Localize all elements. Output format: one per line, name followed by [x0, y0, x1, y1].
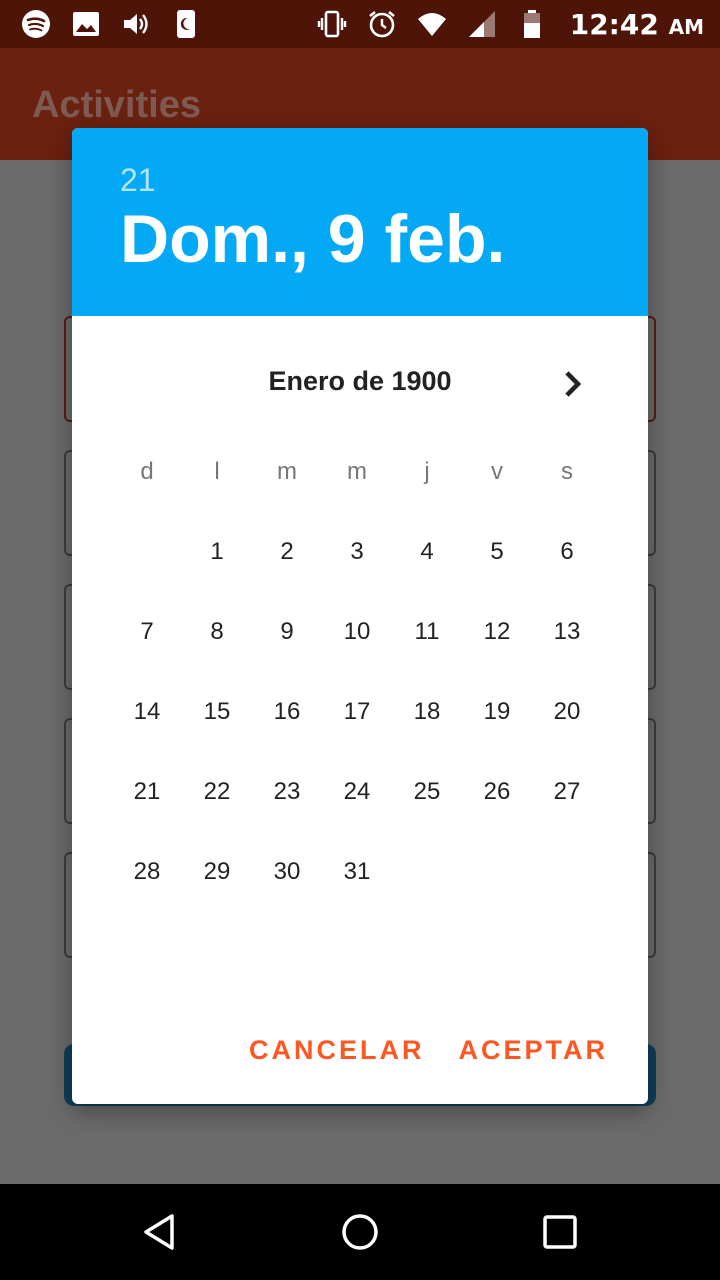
calendar-day[interactable]: 4	[392, 512, 462, 592]
calendar-day[interactable]: 10	[322, 592, 392, 672]
calendar-day[interactable]: 15	[182, 672, 252, 752]
app-title: Activities	[32, 84, 201, 126]
calendar-day[interactable]: 2	[252, 512, 322, 592]
cancel-button[interactable]: CANCELAR	[249, 1035, 425, 1066]
weekday-label: m	[277, 458, 297, 485]
calendar-day[interactable]: 28	[112, 832, 182, 912]
calendar-day[interactable]: 11	[392, 592, 462, 672]
calendar-day[interactable]: 19	[462, 672, 532, 752]
date-picker-dialog: 21 Dom., 9 feb. Enero de 1900 dlmmjvs 12…	[72, 128, 648, 1104]
status-right-icons: 12:42 AM	[316, 8, 704, 41]
calendar-day[interactable]: 17	[322, 672, 392, 752]
vibrate-icon	[316, 8, 348, 40]
weekday-header: dlmmjvs	[112, 458, 602, 486]
calendar-day[interactable]: 8	[182, 592, 252, 672]
calendar-day[interactable]: 26	[462, 752, 532, 832]
back-button[interactable]	[130, 1202, 190, 1262]
status-bar: 12:42 AM	[0, 0, 720, 48]
calendar-day[interactable]: 3	[322, 512, 392, 592]
weekday-label: m	[347, 458, 367, 485]
recents-icon	[543, 1215, 577, 1249]
status-time-value: 12:42	[569, 7, 659, 41]
sim-night-icon	[170, 8, 202, 40]
next-month-button[interactable]	[550, 362, 594, 406]
recents-button[interactable]	[530, 1202, 590, 1262]
calendar-day[interactable]: 1	[182, 512, 252, 592]
status-left-icons	[20, 8, 202, 40]
calendar-blank-cell	[112, 512, 182, 592]
calendar-day[interactable]: 31	[322, 832, 392, 912]
calendar-day[interactable]: 13	[532, 592, 602, 672]
status-time: 12:42 AM	[570, 8, 704, 41]
calendar-day[interactable]: 22	[182, 752, 252, 832]
calendar-day[interactable]: 23	[252, 752, 322, 832]
screen: 12:42 AM Activities 21 Dom., 9 feb. Ener…	[0, 0, 720, 1280]
image-icon	[70, 8, 102, 40]
weekday-label: j	[424, 458, 430, 485]
header-year[interactable]: 21	[120, 162, 156, 199]
spotify-icon	[20, 8, 52, 40]
volume-icon	[120, 8, 152, 40]
calendar-day[interactable]: 5	[462, 512, 532, 592]
navigation-bar	[0, 1184, 720, 1280]
weekday-label: s	[561, 458, 573, 485]
calendar-days-grid: 1 2 3 4 5 6 7 8 9 10 11 12 13 14 15 16 17 18 19 20 21 22 23 24 2…	[112, 512, 602, 912]
header-selected-date[interactable]: Dom., 9 feb.	[120, 200, 505, 278]
calendar-day[interactable]: 7	[112, 592, 182, 672]
back-icon	[144, 1214, 174, 1250]
calendar-day[interactable]: 27	[532, 752, 602, 832]
chevron-right-icon	[565, 371, 582, 397]
calendar-day[interactable]: 12	[462, 592, 532, 672]
weekday-label: d	[140, 458, 154, 485]
calendar-day[interactable]: 14	[112, 672, 182, 752]
home-icon	[342, 1214, 378, 1250]
home-button[interactable]	[330, 1202, 390, 1262]
calendar-day[interactable]: 18	[392, 672, 462, 752]
calendar-day[interactable]: 30	[252, 832, 322, 912]
calendar-day[interactable]: 29	[182, 832, 252, 912]
weekday-label: v	[491, 458, 503, 485]
signal-icon	[466, 8, 498, 40]
month-navigation: Enero de 1900	[72, 354, 648, 414]
status-time-ampm: AM	[668, 14, 704, 39]
calendar-day[interactable]: 24	[322, 752, 392, 832]
date-picker-header: 21 Dom., 9 feb.	[72, 128, 648, 316]
battery-icon	[516, 8, 548, 40]
calendar-day[interactable]: 21	[112, 752, 182, 832]
wifi-icon	[416, 8, 448, 40]
calendar-day[interactable]: 20	[532, 672, 602, 752]
calendar-day[interactable]: 16	[252, 672, 322, 752]
dialog-actions: CANCELAR ACEPTAR	[249, 1035, 608, 1066]
weekday-label: l	[214, 458, 220, 485]
calendar-day[interactable]: 25	[392, 752, 462, 832]
calendar-day[interactable]: 9	[252, 592, 322, 672]
alarm-icon	[366, 8, 398, 40]
accept-button[interactable]: ACEPTAR	[458, 1035, 608, 1066]
calendar-day[interactable]: 6	[532, 512, 602, 592]
